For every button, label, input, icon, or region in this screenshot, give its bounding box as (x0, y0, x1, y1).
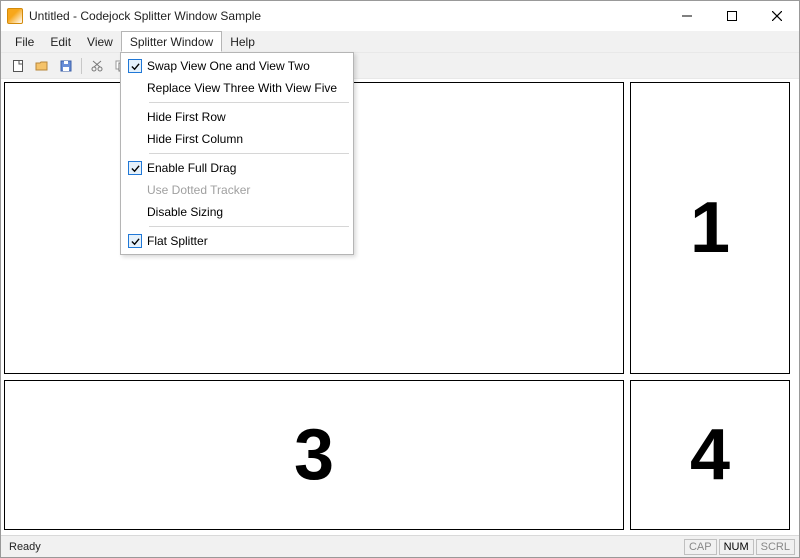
minimize-button[interactable] (664, 1, 709, 31)
app-icon (7, 8, 23, 24)
menu-help[interactable]: Help (222, 31, 263, 52)
menuitem-label: Disable Sizing (147, 205, 337, 219)
toolbar-separator (81, 58, 82, 74)
menuitem-label: Hide First Column (147, 132, 337, 146)
titlebar: Untitled - Codejock Splitter Window Samp… (1, 1, 799, 31)
pane-number: 4 (690, 414, 730, 496)
menuitem-hide-first-column[interactable]: Hide First Column (123, 128, 351, 150)
menuitem-label: Use Dotted Tracker (147, 183, 337, 197)
cut-button[interactable] (86, 55, 108, 77)
save-button[interactable] (55, 55, 77, 77)
open-folder-icon (35, 59, 49, 73)
menuitem-hide-first-row[interactable]: Hide First Row (123, 106, 351, 128)
menuitem-use-dotted-tracker: Use Dotted Tracker (123, 179, 351, 201)
pane-number: 1 (690, 187, 730, 269)
check-icon (123, 59, 147, 73)
menu-view[interactable]: View (79, 31, 121, 52)
menuitem-label: Replace View Three With View Five (147, 81, 337, 95)
maximize-button[interactable] (709, 1, 754, 31)
menuitem-label: Hide First Row (147, 110, 337, 124)
menu-separator (149, 153, 349, 154)
menubar: File Edit View Splitter Window Help Swap… (1, 31, 799, 53)
window-title: Untitled - Codejock Splitter Window Samp… (29, 9, 261, 23)
menu-separator (149, 102, 349, 103)
close-button[interactable] (754, 1, 799, 31)
menuitem-enable-full-drag[interactable]: Enable Full Drag (123, 157, 351, 179)
menu-edit[interactable]: Edit (42, 31, 79, 52)
menu-splitter-window[interactable]: Splitter Window (121, 31, 222, 52)
save-icon (59, 59, 73, 73)
menuitem-swap-views[interactable]: Swap View One and View Two (123, 55, 351, 77)
scissors-icon (90, 59, 104, 73)
new-file-icon (11, 59, 25, 73)
splitter-window-dropdown: Swap View One and View Two Replace View … (120, 52, 354, 255)
check-icon (123, 234, 147, 248)
menuitem-label: Swap View One and View Two (147, 59, 337, 73)
check-icon (123, 161, 147, 175)
menuitem-flat-splitter[interactable]: Flat Splitter (123, 230, 351, 252)
menuitem-replace-view[interactable]: Replace View Three With View Five (123, 77, 351, 99)
menuitem-label: Flat Splitter (147, 234, 337, 248)
status-scrl: SCRL (756, 539, 795, 555)
statusbar: Ready CAP NUM SCRL (1, 535, 799, 557)
pane-top-right[interactable]: 1 (630, 82, 790, 374)
status-text: Ready (5, 541, 682, 553)
status-cap: CAP (684, 539, 717, 555)
menuitem-disable-sizing[interactable]: Disable Sizing (123, 201, 351, 223)
status-num: NUM (719, 539, 754, 555)
open-file-button[interactable] (31, 55, 53, 77)
pane-bottom-left[interactable]: 3 (4, 380, 624, 530)
menuitem-label: Enable Full Drag (147, 161, 337, 175)
pane-number: 3 (294, 414, 334, 496)
menu-separator (149, 226, 349, 227)
menu-file[interactable]: File (7, 31, 42, 52)
pane-bottom-right[interactable]: 4 (630, 380, 790, 530)
new-file-button[interactable] (7, 55, 29, 77)
